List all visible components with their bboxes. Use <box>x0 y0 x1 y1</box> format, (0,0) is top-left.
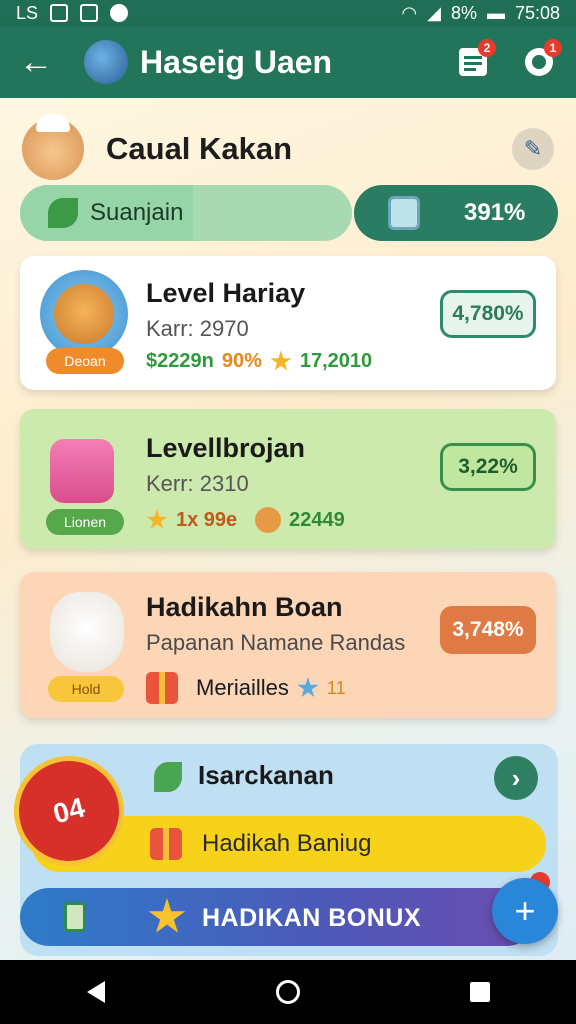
card-subtitle: Papanan Namane Randas <box>146 630 406 655</box>
profile-avatar[interactable] <box>22 114 84 180</box>
mail-icon <box>80 4 99 22</box>
card-item-count: 11 <box>326 677 346 698</box>
leaf-icon <box>154 762 182 792</box>
profile-name: Caual Kakan <box>106 131 293 166</box>
star-icon <box>146 509 168 530</box>
bonus-panel-title: Isarckanan <box>198 760 334 790</box>
card-subtitle: Kerr: 2310 <box>146 471 249 496</box>
system-nav-bar <box>0 960 576 1024</box>
content-area: Caual Kakan ✎ Suanjain 391% Deoan Level … <box>0 98 576 960</box>
star-icon <box>270 350 292 371</box>
calendar-icon <box>64 902 86 932</box>
level-card-3[interactable]: Hold Hadikahn Boan Papanan Namane Randas… <box>20 572 556 718</box>
card-percent: 90% <box>221 350 262 372</box>
signal-icon: ◢ <box>427 2 441 23</box>
app-title: Haseig Uaen <box>140 43 333 80</box>
coin-icon <box>255 507 282 533</box>
card-title: Hadikahn Boan <box>146 592 343 622</box>
card-meta: $2229n 90% 17,2010 <box>146 350 372 373</box>
battery-text: 8% <box>450 2 477 23</box>
pink-creature-icon <box>50 439 114 503</box>
card-tag: Lionen <box>46 509 124 535</box>
progress-row: Suanjain 391% <box>20 185 558 241</box>
card-tag: Deoan <box>46 348 124 374</box>
card-score: 22449 <box>289 508 345 531</box>
card-stars: 1x 99e <box>176 508 238 531</box>
chevron-right-icon[interactable]: › <box>494 756 538 800</box>
bonus-button-label: Hadikah Baniug <box>202 830 372 857</box>
nav-recents-button[interactable] <box>455 967 505 1017</box>
card-item-label: Meriailles <box>196 675 289 700</box>
bunny-icon <box>50 592 124 672</box>
level-card-1[interactable]: Deoan Level Hariay Karr: 2970 $2229n 90%… <box>20 256 556 390</box>
sim-icon <box>50 4 69 22</box>
gift-icon <box>146 672 178 704</box>
app-logo <box>84 40 128 84</box>
star-icon <box>148 898 186 933</box>
sync-icon <box>110 4 129 22</box>
card-subtitle: Karr: 2970 <box>146 316 249 341</box>
gift-icon <box>150 828 182 860</box>
card-percent-pill[interactable]: 4,780% <box>440 290 536 338</box>
leaf-icon <box>48 198 78 228</box>
card-score: 17,2010 <box>299 350 373 372</box>
status-bar: LS ◠ ◢ 8% ▬ 75:08 <box>0 0 576 26</box>
bear-icon <box>54 284 114 344</box>
clock: 75:08 <box>514 2 560 23</box>
notification-badge: 1 <box>544 39 562 57</box>
list-badge: 2 <box>478 39 496 57</box>
triangle-back-icon <box>87 981 105 1003</box>
progress-percent-pill[interactable]: 391% <box>354 185 558 241</box>
edit-icon[interactable]: ✎ <box>512 128 554 170</box>
card-meta: 1x 99e 22449 <box>146 507 345 533</box>
blue-star-icon <box>297 677 319 698</box>
nav-home-button[interactable] <box>263 967 313 1017</box>
progress-percent: 391% <box>464 199 526 226</box>
card-percent-pill[interactable]: 3,748% <box>440 606 536 654</box>
profile-row: Caual Kakan ✎ <box>22 114 554 184</box>
wifi-icon: ◠ <box>401 2 418 23</box>
level-card-2[interactable]: Lionen Levellbrojan Kerr: 2310 1x 99e 22… <box>20 409 556 549</box>
cta-label: HADIKAN BONUX <box>202 904 421 932</box>
square-recents-icon <box>470 982 490 1002</box>
notification-icon[interactable]: 1 <box>516 39 562 85</box>
card-title: Levellbrojan <box>146 433 306 463</box>
circle-home-icon <box>276 980 300 1004</box>
nav-back-button[interactable] <box>71 967 121 1017</box>
card-meta: Meriailles 11 <box>146 672 346 704</box>
card-title: Level Hariay <box>146 278 306 308</box>
card-money: $2229n <box>146 350 214 372</box>
add-fab-button[interactable]: + <box>492 878 558 944</box>
progress-bar[interactable]: Suanjain <box>20 185 352 241</box>
battery-icon: ▬ <box>486 2 505 23</box>
card-tag: Hold <box>48 676 124 702</box>
list-icon[interactable]: 2 <box>450 39 496 85</box>
back-arrow-icon[interactable]: ← <box>14 40 58 84</box>
calendar-icon <box>388 196 420 230</box>
progress-label: Suanjain <box>90 199 184 226</box>
status-left-text: LS <box>16 2 39 23</box>
app-bar: ← Haseig Uaen 2 1 <box>0 26 576 98</box>
card-percent-pill[interactable]: 3,22% <box>440 443 536 491</box>
cta-button[interactable]: HADIKAN BONUX <box>20 888 536 946</box>
